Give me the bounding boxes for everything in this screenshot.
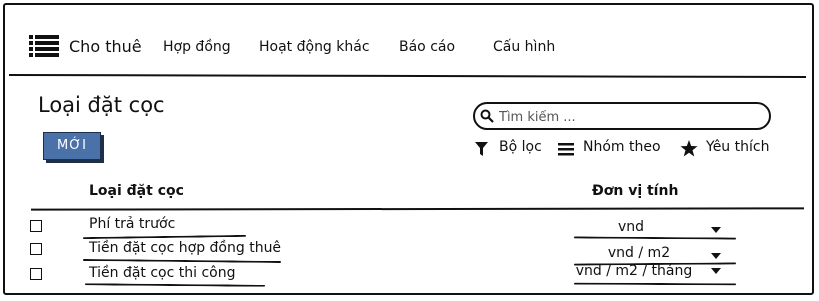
filter-button[interactable]: Bộ lọc xyxy=(499,139,542,155)
app-brand[interactable]: Cho thuê xyxy=(69,37,142,56)
column-header-unit[interactable]: Đơn vị tính xyxy=(592,183,678,199)
chevron-down-icon[interactable] xyxy=(711,227,721,233)
table-header-divider xyxy=(30,207,805,211)
chevron-down-icon[interactable] xyxy=(711,253,721,259)
table-row-name[interactable]: Tiền đặt cọc thi công xyxy=(89,265,236,281)
chevron-down-icon[interactable] xyxy=(711,268,721,274)
row-checkbox[interactable] xyxy=(30,220,42,232)
nav-item-reports[interactable]: Báo cáo xyxy=(399,39,455,55)
nav-item-contracts[interactable]: Hợp đồng xyxy=(163,39,231,55)
row-checkbox[interactable] xyxy=(30,268,42,280)
nav-item-configuration[interactable]: Cấu hình xyxy=(493,39,555,55)
new-button[interactable]: MỚI xyxy=(43,132,101,160)
menu-icon[interactable] xyxy=(29,35,59,57)
row-checkbox[interactable] xyxy=(30,243,42,255)
row-underline xyxy=(82,258,282,264)
search-icon xyxy=(480,109,494,123)
search-box[interactable] xyxy=(473,102,771,130)
favorites-button[interactable]: Yêu thích xyxy=(706,139,769,155)
search-input[interactable] xyxy=(497,106,761,128)
filter-icon xyxy=(475,142,488,156)
column-header-deposit-type[interactable]: Loại đặt cọc xyxy=(89,183,184,199)
row-underline xyxy=(82,234,247,240)
group-by-button[interactable]: Nhóm theo xyxy=(583,139,661,155)
group-by-icon xyxy=(558,143,574,156)
row-underline xyxy=(84,283,266,287)
table-row-unit[interactable]: vnd / m2 / tháng xyxy=(569,263,699,279)
row-underline xyxy=(573,282,737,286)
table-row-unit[interactable]: vnd / m2 xyxy=(595,245,683,261)
row-underline xyxy=(573,236,737,240)
nav-item-other-activities[interactable]: Hoạt động khác xyxy=(259,39,370,55)
star-icon xyxy=(680,140,698,157)
table-row-name[interactable]: Phí trả trước xyxy=(89,216,175,232)
page-title: Loại đặt cọc xyxy=(38,93,165,117)
app-frame: Cho thuê Hợp đồng Hoạt động khác Báo cáo… xyxy=(3,3,814,295)
table-row-name[interactable]: Tiền đặt cọc hợp đồng thuê xyxy=(89,240,281,256)
top-navbar: Cho thuê Hợp đồng Hoạt động khác Báo cáo… xyxy=(5,5,812,77)
table-row-unit[interactable]: vnd xyxy=(580,219,682,235)
